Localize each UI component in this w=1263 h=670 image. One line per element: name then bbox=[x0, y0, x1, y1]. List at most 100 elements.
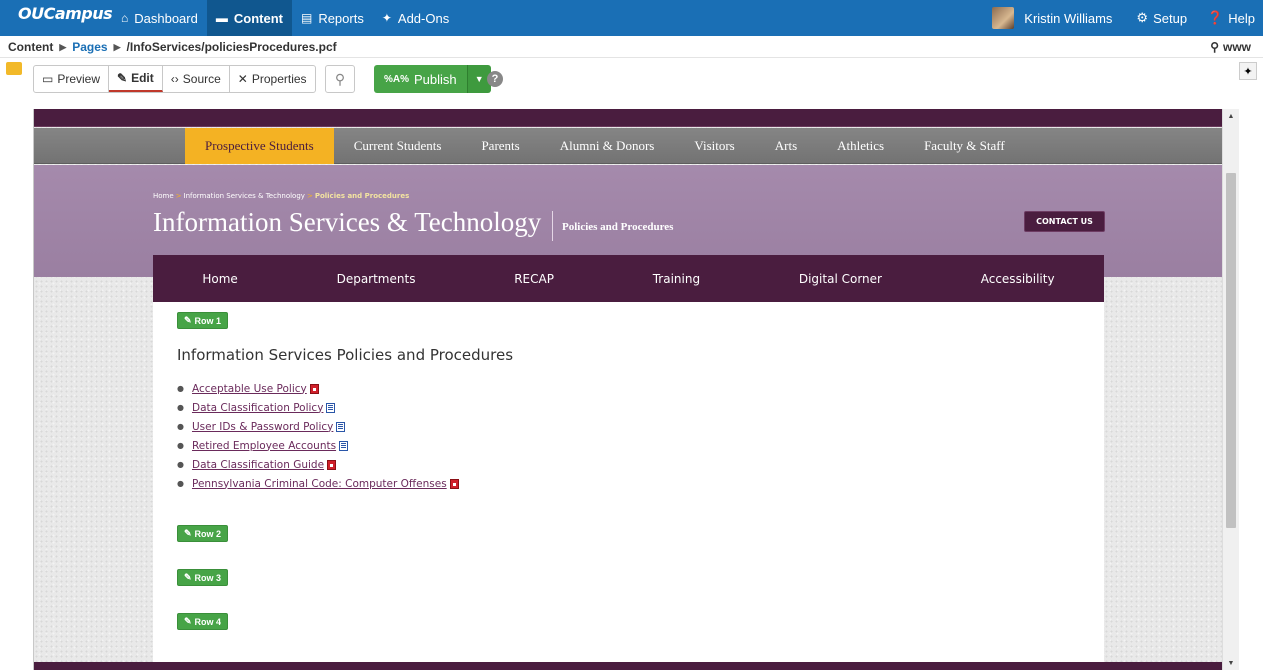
help-icon[interactable]: ? bbox=[487, 71, 503, 87]
nav-dashboard[interactable]: ⌂ Dashboard bbox=[112, 0, 207, 36]
scroll-up-icon[interactable]: ▲ bbox=[1223, 109, 1239, 123]
edit-row-3-button[interactable]: ✎ Row 3 bbox=[177, 569, 229, 586]
site-footer-strip bbox=[34, 662, 1223, 670]
dept-nav-recap[interactable]: RECAP bbox=[514, 272, 554, 286]
site-breadcrumb: Home > Information Services & Technology… bbox=[153, 192, 409, 200]
user-name-link[interactable]: Kristin Williams bbox=[1024, 11, 1126, 26]
policy-link-acceptable-use[interactable]: Acceptable Use Policy bbox=[192, 383, 307, 395]
breadcrumb-separator: > bbox=[306, 192, 313, 200]
editor-toolbar: ▭ Preview ✎ Edit ‹› Source ✕ Properties … bbox=[0, 58, 1263, 102]
edit-row-4-button[interactable]: ✎ Row 4 bbox=[177, 613, 229, 630]
breadcrumb: Content ▶ Pages ▶ /InfoServices/policies… bbox=[0, 36, 1263, 58]
site-nav-visitors[interactable]: Visitors bbox=[674, 128, 754, 164]
chevron-right-icon: ▶ bbox=[59, 42, 67, 52]
edit-row-1-button[interactable]: ✎ Row 1 bbox=[177, 312, 229, 329]
scrollbar-thumb[interactable] bbox=[1226, 173, 1236, 528]
preview-button[interactable]: ▭ Preview bbox=[34, 66, 110, 92]
list-item: ● Data Classification Policy bbox=[177, 398, 459, 417]
dept-nav-training[interactable]: Training bbox=[653, 272, 700, 286]
properties-button[interactable]: ✕ Properties bbox=[230, 66, 315, 92]
site-breadcrumb-ist[interactable]: Information Services & Technology bbox=[184, 192, 305, 200]
scroll-down-icon[interactable]: ▼ bbox=[1223, 656, 1239, 670]
edit-button[interactable]: ✎ Edit bbox=[109, 66, 163, 92]
list-item: ● Pennsylvania Criminal Code: Computer O… bbox=[177, 474, 459, 493]
list-item: ● User IDs & Password Policy bbox=[177, 417, 459, 436]
publish-button[interactable]: %A% Publish bbox=[374, 65, 467, 93]
site-nav-parents[interactable]: Parents bbox=[461, 128, 539, 164]
breadcrumb-pages[interactable]: Pages bbox=[72, 40, 107, 54]
pdf-icon bbox=[449, 478, 459, 489]
site-nav-arts[interactable]: Arts bbox=[755, 128, 817, 164]
server-indicator[interactable]: ⚲ www bbox=[1210, 40, 1251, 54]
preview-scrollbar[interactable]: ▲ ▼ bbox=[1222, 109, 1239, 670]
folder-icon[interactable] bbox=[6, 62, 22, 75]
pencil-icon: ✎ bbox=[184, 616, 192, 626]
site-breadcrumb-current: Policies and Procedures bbox=[314, 192, 410, 200]
policy-link-retired-employee-accounts[interactable]: Retired Employee Accounts bbox=[192, 440, 336, 452]
home-icon: ⌂ bbox=[121, 11, 129, 25]
nav-content-label: Content bbox=[233, 10, 283, 26]
edit-label: Edit bbox=[131, 71, 154, 85]
dept-nav-home[interactable]: Home bbox=[202, 272, 237, 286]
policy-link-data-classification-guide[interactable]: Data Classification Guide bbox=[192, 459, 324, 471]
site-nav-current-students[interactable]: Current Students bbox=[334, 128, 462, 164]
lightbulb-icon: ⚲ bbox=[334, 70, 346, 87]
breadcrumb-content[interactable]: Content bbox=[8, 40, 53, 54]
help-button[interactable]: ❓ Help bbox=[1197, 10, 1263, 26]
word-doc-icon bbox=[336, 421, 346, 432]
pencil-icon: ✎ bbox=[184, 315, 192, 325]
caret-down-icon: ▼ bbox=[474, 74, 484, 84]
avatar[interactable] bbox=[992, 7, 1015, 29]
list-item: ● Retired Employee Accounts bbox=[177, 436, 459, 455]
code-icon: ‹› bbox=[170, 72, 179, 86]
dept-nav-departments[interactable]: Departments bbox=[337, 272, 416, 286]
site-nav-faculty-staff[interactable]: Faculty & Staff bbox=[904, 128, 1025, 164]
edit-row-2-button[interactable]: ✎ Row 2 bbox=[177, 525, 229, 542]
policy-link-data-classification[interactable]: Data Classification Policy bbox=[192, 402, 323, 414]
monitor-icon: ▭ bbox=[42, 72, 54, 86]
site-nav-athletics[interactable]: Athletics bbox=[817, 128, 904, 164]
policy-list: ● Acceptable Use Policy ● Data Classific… bbox=[177, 379, 459, 493]
site-main-nav: Prospective Students Current Students Pa… bbox=[34, 128, 1223, 164]
policy-link-pa-criminal-code[interactable]: Pennsylvania Criminal Code: Computer Off… bbox=[192, 478, 447, 490]
word-doc-icon bbox=[339, 440, 349, 451]
lightbulb-button[interactable]: ⚲ bbox=[325, 65, 355, 93]
site-nav-alumni-donors[interactable]: Alumni & Donors bbox=[540, 128, 675, 164]
server-name: www bbox=[1222, 40, 1251, 54]
tools-icon: ✕ bbox=[237, 72, 248, 86]
nav-reports[interactable]: ▤ Reports bbox=[292, 0, 373, 36]
folder-icon: ▬ bbox=[215, 11, 228, 25]
contact-us-button[interactable]: CONTACT US bbox=[1024, 211, 1105, 232]
properties-label: Properties bbox=[251, 72, 307, 86]
publish-button-group: %A% Publish ▼ bbox=[374, 65, 491, 93]
pencil-icon: ✎ bbox=[184, 528, 192, 538]
pdf-icon bbox=[327, 459, 337, 470]
setup-button[interactable]: ⚙ Setup bbox=[1126, 10, 1197, 26]
source-label: Source bbox=[182, 72, 221, 86]
policy-link-user-ids-password[interactable]: User IDs & Password Policy bbox=[192, 421, 333, 433]
dept-nav-digital-corner[interactable]: Digital Corner bbox=[799, 272, 882, 286]
gear-icon: ⚙ bbox=[1136, 10, 1149, 25]
breadcrumb-separator: > bbox=[175, 192, 182, 200]
pin-icon: ✦ bbox=[381, 11, 392, 25]
app-header: OUCampus ⌂ Dashboard ▬ Content ▤ Reports… bbox=[0, 0, 1263, 36]
department-title: Information Services & Technology bbox=[153, 207, 542, 237]
help-label: Help bbox=[1228, 10, 1255, 26]
user-menu: Kristin Williams ⚙ Setup ❓ Help bbox=[992, 0, 1263, 36]
nav-add-ons[interactable]: ✦ Add-Ons bbox=[373, 0, 458, 36]
word-doc-icon bbox=[326, 402, 336, 413]
nav-reports-label: Reports bbox=[318, 10, 364, 26]
pin-toolbar-icon[interactable]: ✦ bbox=[1239, 62, 1257, 80]
site-nav-prospective-students[interactable]: Prospective Students bbox=[185, 128, 334, 164]
report-icon: ▤ bbox=[300, 11, 313, 25]
page-content: ✎ Row 1 Information Services Policies an… bbox=[153, 302, 1104, 670]
source-button[interactable]: ‹› Source bbox=[163, 66, 230, 92]
map-marker-icon: ⚲ bbox=[1210, 40, 1219, 54]
main-nav: ⌂ Dashboard ▬ Content ▤ Reports ✦ Add-On… bbox=[112, 0, 458, 36]
breadcrumb-file-path: /InfoServices/policiesProcedures.pcf bbox=[126, 40, 337, 54]
view-mode-group: ▭ Preview ✎ Edit ‹› Source ✕ Properties bbox=[33, 65, 316, 93]
site-breadcrumb-home[interactable]: Home bbox=[153, 192, 174, 200]
dept-nav-accessibility[interactable]: Accessibility bbox=[981, 272, 1055, 286]
app-logo[interactable]: OUCampus bbox=[18, 4, 113, 23]
nav-content[interactable]: ▬ Content bbox=[206, 0, 292, 36]
